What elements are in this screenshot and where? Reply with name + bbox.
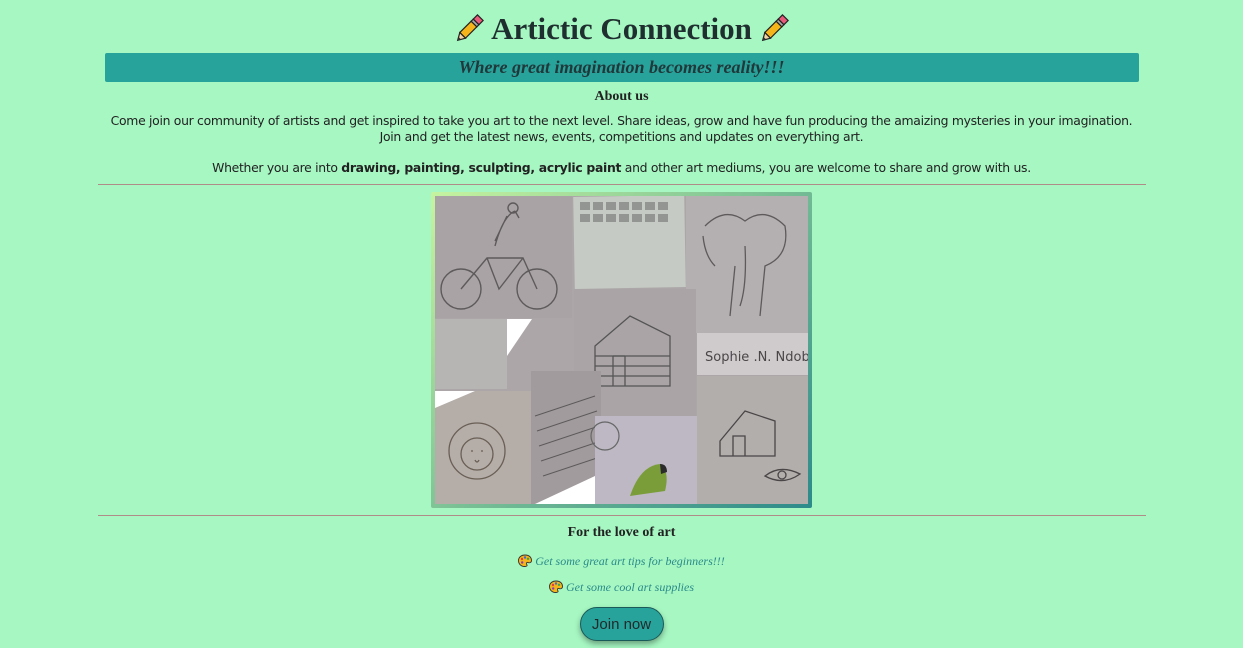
divider <box>97 515 1146 516</box>
art-tips-line: Get some great art tips for beginners!!! <box>0 554 1243 569</box>
mediums-list: drawing, painting, sculpting, acrylic pa… <box>341 160 622 175</box>
artist-palette-icon <box>549 580 563 593</box>
about-mediums-paragraph: Whether you are into drawing, painting, … <box>107 160 1137 176</box>
site-title: Artictic Connection <box>491 11 752 46</box>
art-collage-image: Sophie .N. Ndobe <box>435 196 808 504</box>
art-supplies-line: Get some cool art supplies <box>0 580 1243 595</box>
tagline: Where great imagination becomes reality!… <box>458 57 785 77</box>
mediums-prefix: Whether you are into <box>212 160 342 175</box>
collage-sketches: Sophie .N. Ndobe <box>435 196 808 504</box>
love-heading: For the love of art <box>567 525 676 540</box>
mediums-suffix: and other art mediums, you are welcome t… <box>621 160 1031 175</box>
tagline-banner: Where great imagination becomes reality!… <box>104 53 1139 82</box>
collage-signature: Sophie .N. Ndobe <box>705 350 808 365</box>
art-collage-frame: Sophie .N. Ndobe <box>431 192 812 508</box>
divider <box>97 184 1146 185</box>
artist-palette-icon <box>518 554 533 567</box>
pencil-icon <box>756 11 792 47</box>
art-tips-link[interactable]: Get some great art tips for beginners!!! <box>535 554 725 568</box>
about-paragraph: Come join our community of artists and g… <box>110 113 1133 144</box>
join-now-button[interactable]: Join now <box>579 607 664 641</box>
about-heading: About us <box>594 89 649 104</box>
art-supplies-link[interactable]: Get some cool art supplies <box>566 580 694 594</box>
pencil-icon <box>451 11 487 47</box>
page-title: Artictic Connection <box>0 0 1243 50</box>
